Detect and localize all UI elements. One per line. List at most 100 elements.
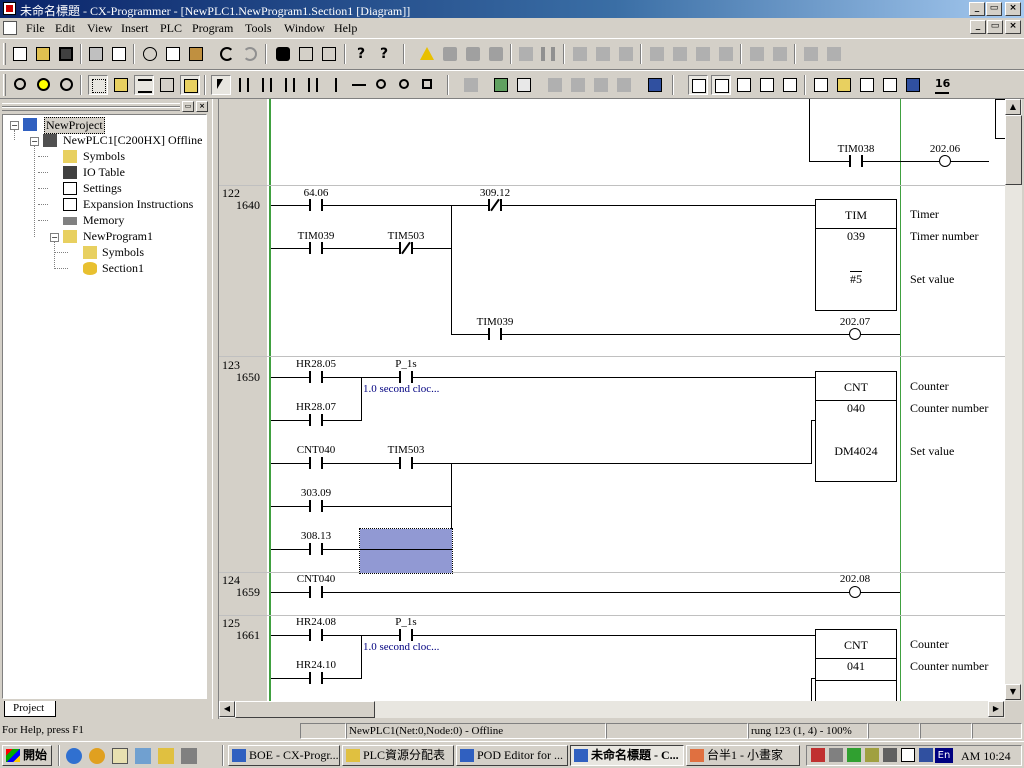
io-table-icon[interactable] <box>857 75 877 95</box>
contact-303-09[interactable] <box>309 500 323 512</box>
tree-program[interactable]: NewProgram1 <box>83 229 153 244</box>
app-icon[interactable] <box>3 2 16 15</box>
grid-icon[interactable] <box>88 75 108 95</box>
cnt-instruction-block[interactable]: CNT 040 DM4024 <box>815 371 897 482</box>
task-pod-editor[interactable]: POD Editor for ... <box>456 745 568 766</box>
clock[interactable]: AM 10:24 <box>961 749 1011 764</box>
undo-icon[interactable] <box>217 44 237 64</box>
coil-202-06[interactable] <box>939 155 951 167</box>
vertical-scrollbar[interactable]: ▲ ▼ <box>1005 99 1022 701</box>
contact-p-1s-125[interactable] <box>399 629 413 641</box>
contact-hr28-05[interactable] <box>309 371 323 383</box>
tree-memory[interactable]: Memory <box>83 213 124 228</box>
instruction-icon[interactable] <box>418 75 438 95</box>
tree-root-project[interactable]: NewProject <box>44 117 105 134</box>
print-preview-icon[interactable] <box>109 44 129 64</box>
set-value-icon[interactable] <box>801 44 821 64</box>
replace-icon[interactable] <box>296 44 316 64</box>
task-paint[interactable]: 台半1 - 小畫家 <box>686 745 800 766</box>
menu-edit[interactable]: Edit <box>55 21 75 36</box>
contact-tim038[interactable] <box>849 155 863 167</box>
tree-symbols[interactable]: Symbols <box>83 149 125 164</box>
tree-io-table[interactable]: IO Table <box>83 165 125 180</box>
collapse-project-icon[interactable]: − <box>10 121 19 130</box>
force-off-icon[interactable] <box>770 44 790 64</box>
open-icon[interactable] <box>33 44 53 64</box>
output-window-icon[interactable] <box>711 75 731 95</box>
scroll-right-button[interactable]: ▶ <box>988 701 1004 717</box>
tree-program-symbols[interactable]: Symbols <box>102 245 144 260</box>
tray-icon[interactable] <box>919 748 933 762</box>
quicklaunch-icon[interactable] <box>181 748 197 764</box>
calendar-icon[interactable] <box>901 748 915 762</box>
coil-nc-icon[interactable] <box>395 75 415 95</box>
mode-monitor-icon[interactable] <box>693 44 713 64</box>
watch-icon[interactable] <box>645 75 665 95</box>
contact-cnt040-output[interactable] <box>309 586 323 598</box>
mdi-minimize-button[interactable]: _ <box>970 20 986 34</box>
settings-icon[interactable] <box>903 75 923 95</box>
ie-icon[interactable] <box>66 748 82 764</box>
menu-file[interactable]: File <box>26 21 45 36</box>
project-panel-header[interactable]: ▭ × <box>2 101 208 112</box>
scroll-left-button[interactable]: ◀ <box>219 701 235 717</box>
network-icon[interactable] <box>847 748 861 762</box>
ladder-diagram[interactable]: TIM038 202.06 122 1640 64.06 309.12 TIM0… <box>219 99 1005 701</box>
collapse-program-icon[interactable]: − <box>50 233 59 242</box>
contact-tim503-counter[interactable] <box>399 457 413 469</box>
transfer-from-plc-icon[interactable] <box>593 44 613 64</box>
horizontal-line-icon[interactable] <box>349 75 369 95</box>
watch-window-icon[interactable] <box>734 75 754 95</box>
vertical-line-icon[interactable] <box>326 75 346 95</box>
outlook-icon[interactable] <box>112 748 128 764</box>
contact-tim039-parallel[interactable] <box>488 328 502 340</box>
menu-view[interactable]: View <box>87 21 112 36</box>
start-button[interactable]: 開始 <box>2 745 52 766</box>
panel-splitter[interactable] <box>212 99 219 719</box>
zoom-in-icon[interactable] <box>34 75 54 95</box>
compile-icon[interactable] <box>486 44 506 64</box>
cut-icon[interactable] <box>140 44 160 64</box>
properties-icon[interactable] <box>780 75 800 95</box>
save-icon[interactable] <box>56 44 76 64</box>
tray-icon[interactable] <box>811 748 825 762</box>
minimize-button[interactable]: _ <box>969 2 985 16</box>
contact-tim503[interactable] <box>399 241 413 255</box>
time-chart-icon[interactable] <box>614 75 634 95</box>
tree-plc[interactable]: NewPLC1[C200HX] Offline <box>63 133 202 148</box>
show-rung-comments-icon[interactable] <box>157 75 177 95</box>
contact-hr24-10[interactable] <box>309 672 323 684</box>
contact-hr24-08[interactable] <box>309 629 323 641</box>
stop-icon[interactable] <box>516 44 536 64</box>
toolbar-grip[interactable] <box>3 43 6 65</box>
media-player-icon[interactable] <box>89 748 105 764</box>
panel-float-button[interactable]: ▭ <box>182 101 194 112</box>
scroll-down-button[interactable]: ▼ <box>1005 684 1021 700</box>
language-indicator[interactable]: En <box>935 748 953 763</box>
task-cx-programmer-active[interactable]: 未命名標題 - C... <box>570 745 684 766</box>
find-replace-icon[interactable] <box>319 44 339 64</box>
panel-close-button[interactable]: × <box>196 101 208 112</box>
show-list-icon[interactable] <box>134 75 154 95</box>
monitor-icon[interactable] <box>463 44 483 64</box>
horizontal-scrollbar[interactable]: ◀ ▶ <box>219 701 1005 718</box>
coil-icon[interactable] <box>372 75 392 95</box>
new-icon[interactable] <box>10 44 30 64</box>
edit-rungs-icon[interactable] <box>491 75 511 95</box>
coil-202-07[interactable] <box>849 328 861 340</box>
tray-icon[interactable] <box>829 748 843 762</box>
menu-plc[interactable]: PLC <box>160 21 182 36</box>
mode-debug-icon[interactable] <box>670 44 690 64</box>
print-icon[interactable] <box>86 44 106 64</box>
horizontal-scroll-thumb[interactable] <box>235 701 375 718</box>
cross-reference-icon[interactable] <box>811 75 831 95</box>
menu-window[interactable]: Window <box>284 21 325 36</box>
compare-icon[interactable] <box>616 44 636 64</box>
mdi-close-button[interactable]: × <box>1005 20 1021 34</box>
warning-icon[interactable] <box>417 44 437 64</box>
mode-program-icon[interactable] <box>647 44 667 64</box>
menu-insert[interactable]: Insert <box>121 21 148 36</box>
online-edit-icon[interactable] <box>461 75 481 95</box>
reset-value-icon[interactable] <box>824 44 844 64</box>
contact-309-12[interactable] <box>488 198 502 212</box>
